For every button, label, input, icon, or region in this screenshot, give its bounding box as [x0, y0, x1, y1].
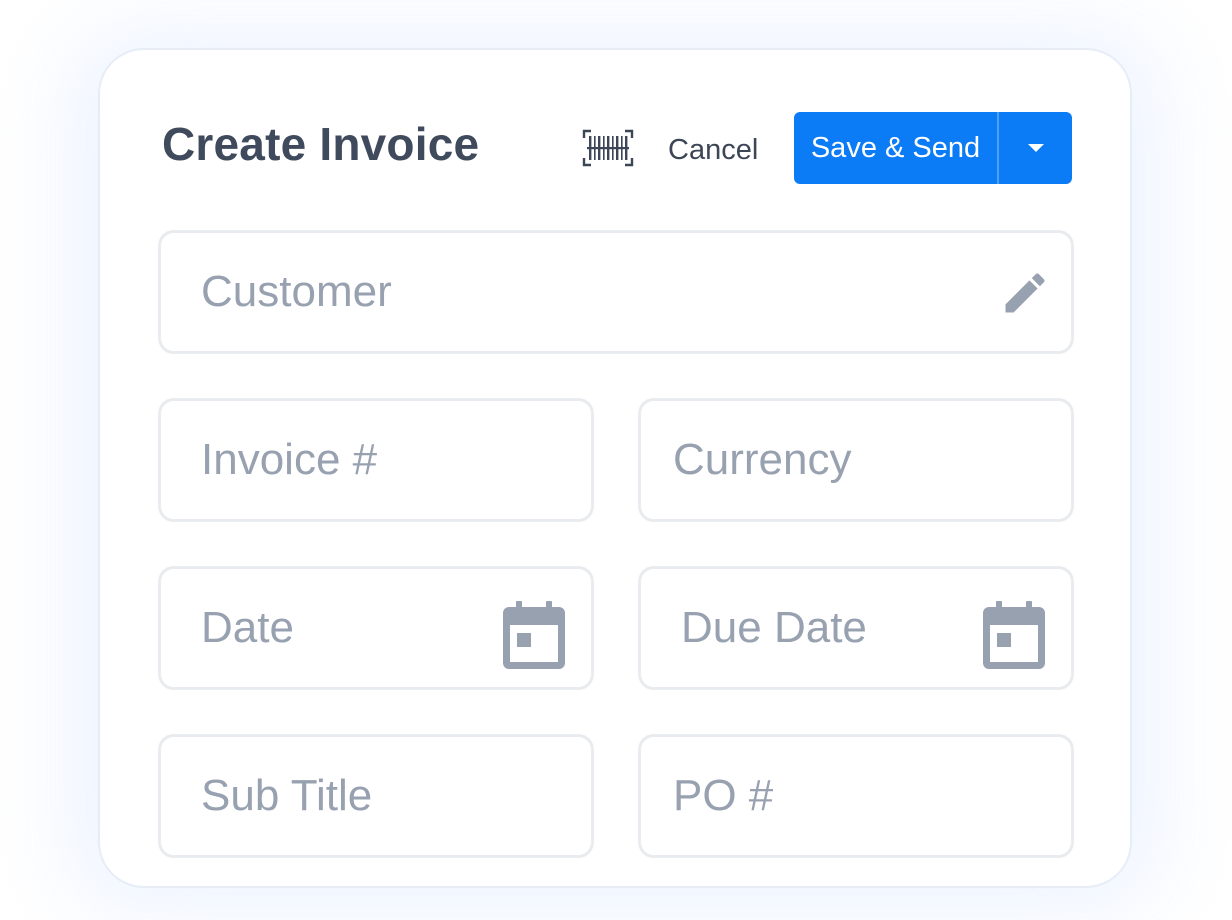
save-options-dropdown-button[interactable] [999, 112, 1072, 184]
page-title: Create Invoice [162, 118, 480, 170]
sub-title-field[interactable]: Sub Title [158, 734, 594, 858]
invoice-number-placeholder: Invoice # [201, 435, 378, 484]
invoice-number-field[interactable]: Invoice # [158, 398, 594, 522]
currency-placeholder: Currency [673, 435, 852, 484]
due-date-placeholder: Due Date [681, 603, 867, 652]
barcode-scan-icon [582, 129, 634, 167]
date-placeholder: Date [201, 603, 294, 652]
cancel-button[interactable]: Cancel [668, 128, 758, 172]
calendar-icon[interactable] [981, 601, 1047, 669]
po-number-field[interactable]: PO # [638, 734, 1074, 858]
calendar-icon[interactable] [501, 601, 567, 669]
date-field[interactable]: Date [158, 566, 594, 690]
save-send-button[interactable]: Save & Send [794, 112, 997, 184]
due-date-field[interactable]: Due Date [638, 566, 1074, 690]
sub-title-placeholder: Sub Title [201, 771, 373, 820]
customer-field[interactable]: Customer [158, 230, 1074, 354]
po-number-placeholder: PO # [673, 771, 774, 820]
caret-down-icon [1027, 144, 1044, 152]
pencil-icon[interactable] [997, 265, 1053, 321]
save-send-split-button: Save & Send [794, 112, 1072, 184]
customer-placeholder: Customer [201, 267, 392, 316]
currency-field[interactable]: Currency [638, 398, 1074, 522]
barcode-scan-button[interactable] [582, 128, 634, 168]
